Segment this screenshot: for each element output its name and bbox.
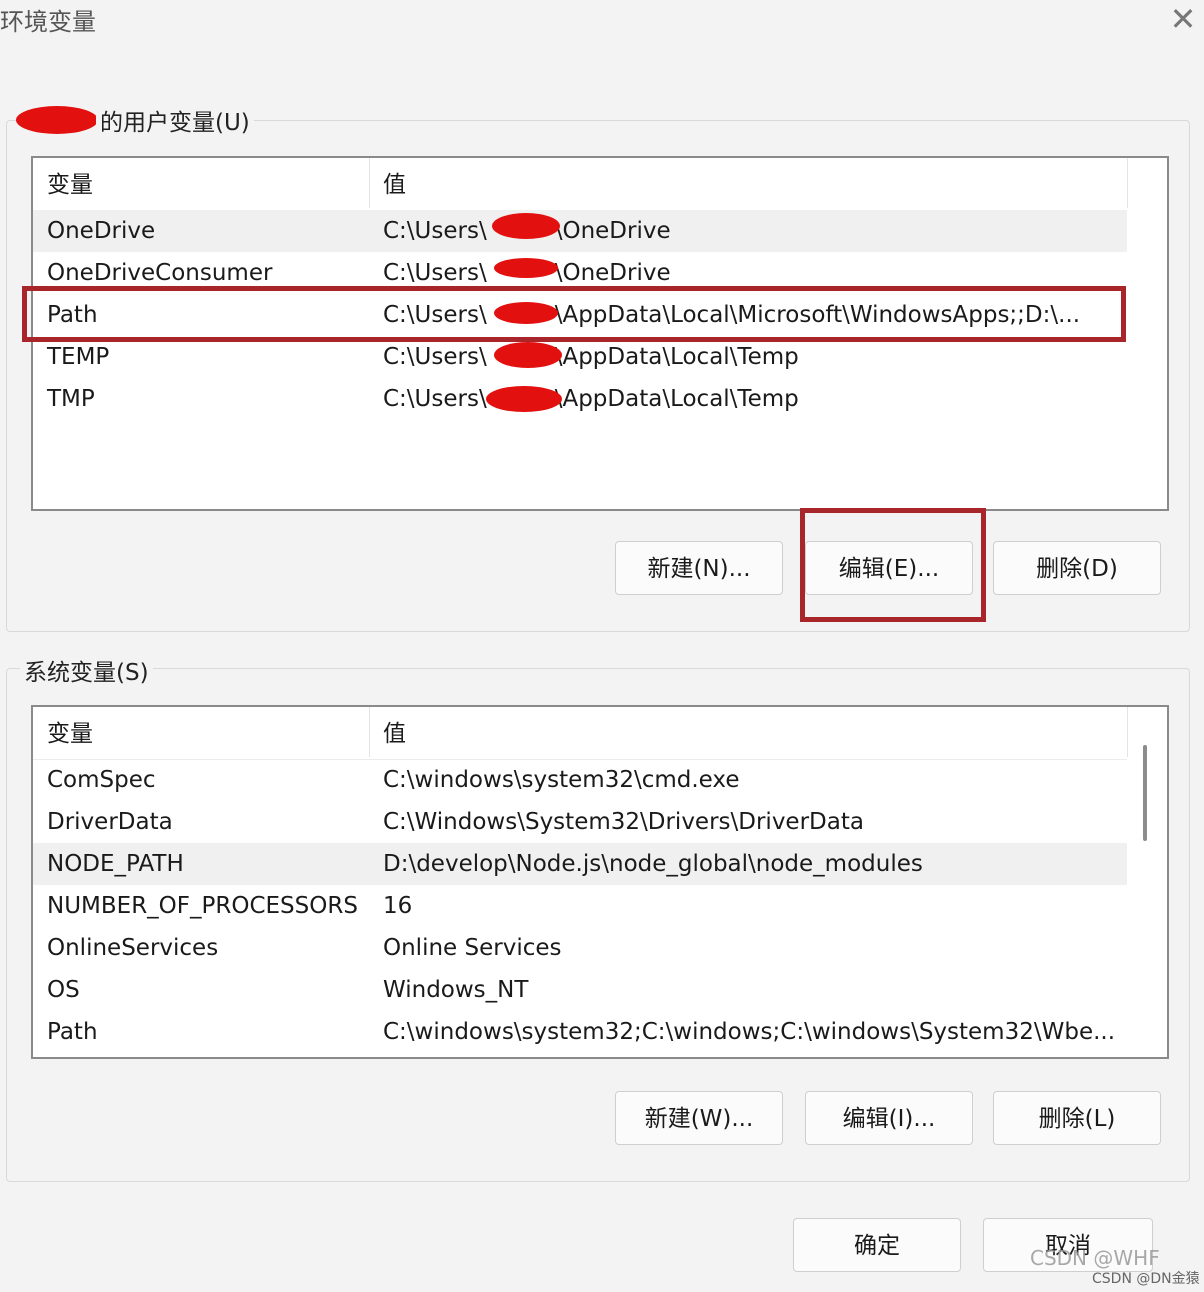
vertical-scrollbar[interactable]	[1143, 745, 1147, 841]
variable-value: Online Services	[383, 935, 562, 961]
system-new-button[interactable]: 新建(W)...	[615, 1091, 783, 1145]
column-divider[interactable]	[1127, 707, 1128, 757]
list-item[interactable]: TMP C:\Users\ \AppData\Local\Temp	[33, 378, 1127, 420]
list-item[interactable]: OnlineServices Online Services	[33, 927, 1127, 969]
variable-name: OnlineServices	[47, 935, 219, 961]
redacted-username	[494, 258, 558, 278]
column-header-name[interactable]: 变量	[47, 160, 93, 210]
list-header: 变量 值	[33, 160, 1127, 211]
list-item[interactable]: OS Windows_NT	[33, 969, 1127, 1011]
user-delete-button[interactable]: 删除(D)	[993, 541, 1161, 595]
list-item[interactable]: OneDrive C:\Users\ \OneDrive	[33, 210, 1127, 252]
system-edit-button[interactable]: 编辑(I)...	[805, 1091, 973, 1145]
title-bar: 环境变量 ✕	[0, 0, 1204, 50]
redacted-username	[16, 106, 98, 134]
variable-value: C:\Users\ \AppData\Local\Temp	[383, 344, 799, 370]
variable-name: OS	[47, 977, 80, 1003]
redacted-username	[494, 342, 562, 368]
column-divider[interactable]	[369, 158, 370, 208]
variable-name: OneDrive	[47, 218, 156, 244]
variable-name: TMP	[47, 386, 95, 412]
list-header: 变量 值	[33, 709, 1127, 760]
variable-value: D:\develop\Node.js\node_global\node_modu…	[383, 851, 923, 877]
path-row-highlight	[22, 286, 1126, 342]
user-new-button[interactable]: 新建(N)...	[615, 541, 783, 595]
redacted-username	[486, 386, 562, 412]
edit-button-highlight	[800, 508, 986, 622]
system-variables-list[interactable]: 变量 值 ComSpec C:\windows\system32\cmd.exe…	[31, 705, 1169, 1059]
user-variables-label: 的用户变量(U)	[96, 103, 254, 137]
variable-name: TEMP	[47, 344, 110, 370]
list-item[interactable]: ComSpec C:\windows\system32\cmd.exe	[33, 759, 1127, 801]
variable-name: ComSpec	[47, 767, 156, 793]
variable-value: Windows_NT	[383, 977, 529, 1003]
ok-button[interactable]: 确定	[793, 1218, 961, 1272]
variable-name: Path	[47, 1019, 98, 1045]
column-header-value[interactable]: 值	[383, 160, 406, 210]
column-header-value[interactable]: 值	[383, 709, 406, 759]
variable-value: 16	[383, 893, 413, 919]
variable-value: C:\windows\system32;C:\windows;C:\window…	[383, 1019, 1116, 1045]
variable-name: NODE_PATH	[47, 851, 184, 877]
system-variables-label: 系统变量(S)	[20, 653, 153, 687]
column-divider[interactable]	[1127, 158, 1128, 208]
list-item[interactable]: DriverData C:\Windows\System32\Drivers\D…	[33, 801, 1127, 843]
list-item[interactable]: Path C:\windows\system32;C:\windows;C:\w…	[33, 1011, 1127, 1053]
watermark: CSDN @WHF	[1030, 1246, 1160, 1270]
watermark-small: CSDN @DN金猿	[1092, 1271, 1200, 1287]
variable-name: DriverData	[47, 809, 173, 835]
close-icon[interactable]: ✕	[1166, 2, 1200, 36]
list-item[interactable]: NUMBER_OF_PROCESSORS 16	[33, 885, 1127, 927]
variable-value: C:\Windows\System32\Drivers\DriverData	[383, 809, 864, 835]
redacted-username	[492, 213, 560, 239]
system-delete-button[interactable]: 删除(L)	[993, 1091, 1161, 1145]
column-header-name[interactable]: 变量	[47, 709, 93, 759]
column-divider[interactable]	[369, 707, 370, 757]
window-title: 环境变量	[0, 8, 96, 36]
list-item[interactable]: TEMP C:\Users\ \AppData\Local\Temp	[33, 336, 1127, 378]
list-item[interactable]: NODE_PATH D:\develop\Node.js\node_global…	[33, 843, 1127, 885]
variable-name: NUMBER_OF_PROCESSORS	[47, 893, 358, 919]
variable-value: C:\Users\ \AppData\Local\Temp	[383, 386, 799, 412]
variable-value: C:\windows\system32\cmd.exe	[383, 767, 740, 793]
